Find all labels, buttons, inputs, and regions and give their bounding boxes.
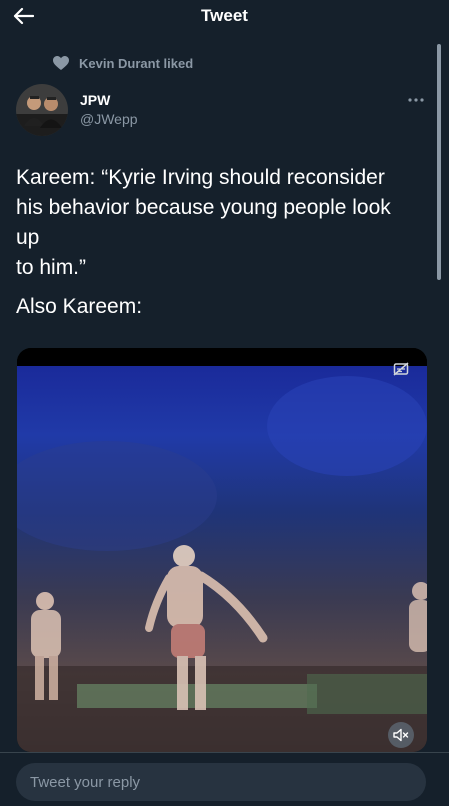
avatar[interactable] — [16, 84, 68, 136]
social-context: Kevin Durant liked — [52, 54, 193, 72]
video-still — [17, 376, 427, 752]
video-letterbox — [17, 348, 427, 366]
social-context-label: Kevin Durant liked — [79, 55, 194, 71]
tweet-line-4: to him.” — [16, 256, 87, 279]
avatar-image — [16, 84, 68, 136]
tweet-line-1: Kareem: “Kyrie Irving should reconsider — [16, 166, 385, 189]
video-player[interactable] — [17, 348, 427, 752]
tweet-text: Kareem: “Kyrie Irving should reconsider … — [16, 163, 431, 322]
author-name[interactable]: JPW — [80, 92, 138, 108]
more-button[interactable] — [404, 92, 428, 108]
heart-icon — [53, 56, 69, 70]
tweet-line-3: up — [16, 226, 40, 249]
video-frame — [17, 366, 427, 752]
page-title: Tweet — [201, 6, 248, 25]
top-bar: Tweet — [0, 0, 449, 32]
author-info: JPW @JWepp — [80, 92, 138, 127]
captions-button[interactable] — [393, 362, 409, 381]
reply-input[interactable] — [16, 763, 426, 801]
volume-mute-icon — [393, 728, 409, 742]
scrollbar[interactable] — [437, 44, 441, 280]
mute-button[interactable] — [388, 722, 414, 748]
tweet-line-5: Also Kareem: — [16, 295, 143, 318]
author-handle[interactable]: @JWepp — [80, 111, 138, 127]
reply-bar — [0, 752, 449, 806]
captions-off-icon — [393, 362, 409, 376]
more-dots-icon — [408, 98, 424, 102]
tweet-line-2: his behavior because young people look — [16, 196, 391, 219]
